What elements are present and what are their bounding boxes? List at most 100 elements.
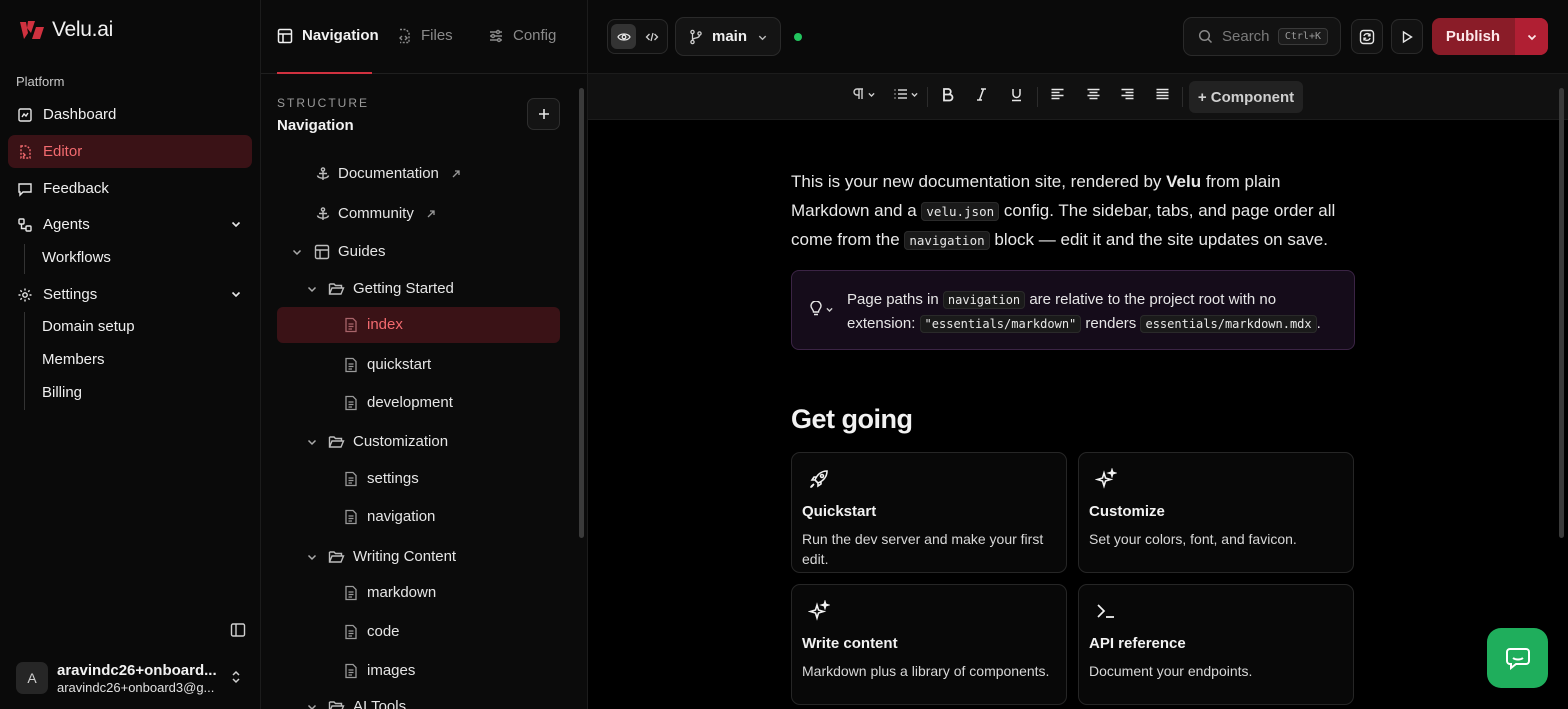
tree-item-images[interactable]: images — [277, 653, 560, 689]
layout-icon — [314, 244, 330, 260]
collapse-sidebar-button[interactable] — [230, 622, 246, 638]
code-mode-button[interactable] — [639, 24, 664, 49]
tree-item-writing-content[interactable]: Writing Content — [277, 539, 560, 575]
toolbar-divider — [1037, 87, 1038, 107]
tree-guide-line — [24, 312, 25, 410]
align-justify-button[interactable] — [1155, 87, 1170, 101]
tree-guide-line — [24, 244, 25, 274]
sync-button[interactable] — [1351, 19, 1383, 54]
external-link-icon — [427, 210, 435, 218]
sidebar-subitem-members[interactable]: Members — [42, 351, 105, 368]
card-description: Run the dev server and make your first e… — [802, 531, 1044, 567]
tree-item-ai-tools[interactable]: AI Tools — [277, 689, 560, 709]
card-api-reference[interactable]: API reference Document your endpoints. — [1078, 584, 1354, 705]
file-icon — [345, 317, 357, 333]
callout-type-dropdown[interactable] — [809, 301, 834, 317]
panel-tabs: Navigation Files Config — [261, 0, 587, 74]
search-input[interactable]: Search Ctrl+K — [1183, 17, 1341, 56]
publish-options-button[interactable] — [1515, 18, 1548, 55]
user-menu[interactable]: A aravindc26+onboard... aravindc26+onboa… — [16, 660, 252, 696]
tree-item-development[interactable]: development — [277, 385, 560, 421]
preview-mode-button[interactable] — [611, 24, 636, 49]
tree-item-label: index — [367, 316, 403, 333]
tree-item-label: Writing Content — [353, 548, 457, 565]
publish-button[interactable]: Publish — [1432, 18, 1514, 55]
sidebar-subitem-billing[interactable]: Billing — [42, 384, 82, 401]
tree-item-settings[interactable]: settings — [277, 461, 560, 497]
tab-navigation[interactable]: Navigation — [277, 27, 379, 44]
chevron-down-icon[interactable] — [230, 288, 242, 300]
card-write-content[interactable]: Write content Markdown plus a library of… — [791, 584, 1067, 705]
tree-item-quickstart[interactable]: quickstart — [277, 347, 560, 383]
sidebar-item-settings[interactable]: Settings — [8, 278, 252, 311]
chat-support-button[interactable] — [1487, 628, 1548, 688]
italic-button[interactable] — [974, 87, 989, 102]
card-title: Write content — [802, 635, 898, 652]
sidebar-subitem-workflows[interactable]: Workflows — [42, 249, 111, 266]
tree-item-code[interactable]: code — [277, 614, 560, 650]
underline-button[interactable] — [1009, 87, 1024, 102]
file-icon — [345, 509, 357, 525]
toolbar-divider — [927, 87, 928, 107]
tab-label: Navigation — [302, 27, 379, 44]
sparkles-icon — [1095, 468, 1117, 489]
sidebar-item-feedback[interactable]: Feedback — [8, 172, 252, 205]
card-title: API reference — [1089, 635, 1186, 652]
chevron-down-icon[interactable] — [291, 246, 303, 258]
git-branch-icon — [690, 29, 702, 44]
tree-item-index[interactable]: index — [277, 307, 560, 343]
inline-code: velu.json — [921, 201, 1000, 221]
list-style-dropdown[interactable] — [893, 87, 919, 101]
search-icon — [1198, 29, 1213, 44]
align-right-button[interactable] — [1120, 87, 1135, 101]
preview-run-button[interactable] — [1391, 19, 1423, 54]
tree-item-label: Community — [338, 205, 414, 222]
add-component-button[interactable]: + Component — [1189, 81, 1303, 113]
panel-scrollbar[interactable] — [579, 88, 584, 538]
sidebar-item-dashboard[interactable]: Dashboard — [8, 98, 252, 131]
align-left-button[interactable] — [1050, 87, 1065, 101]
sidebar-subitem-domain-setup[interactable]: Domain setup — [42, 318, 135, 335]
tree-item-documentation[interactable]: Documentation — [277, 156, 560, 192]
sidebar-item-label: Settings — [43, 286, 98, 303]
tree-item-guides[interactable]: Guides — [277, 234, 560, 270]
chevron-down-icon[interactable] — [306, 701, 318, 709]
align-center-button[interactable] — [1086, 87, 1101, 101]
branch-selector[interactable]: main — [675, 17, 781, 56]
chevron-down-icon[interactable] — [306, 551, 318, 563]
toolbar-divider — [1182, 87, 1183, 107]
chevron-down-icon — [758, 35, 767, 41]
chevron-down-icon[interactable] — [230, 218, 242, 230]
sidebar-item-editor[interactable]: Editor — [8, 135, 252, 168]
search-shortcut: Ctrl+K — [1277, 28, 1328, 45]
velu-logo-icon — [20, 21, 44, 39]
tab-config[interactable]: Config — [488, 27, 556, 44]
logo[interactable]: Velu.ai — [18, 18, 113, 42]
tree-item-community[interactable]: Community — [277, 196, 560, 232]
tree-item-markdown[interactable]: markdown — [277, 575, 560, 611]
paragraph-style-dropdown[interactable] — [851, 87, 876, 101]
sidebar-item-agents[interactable]: Agents — [8, 208, 252, 241]
editor-icon — [20, 144, 31, 159]
italic-icon — [977, 88, 986, 101]
card-quickstart[interactable]: Quickstart Run the dev server and make y… — [791, 452, 1067, 573]
play-icon — [1402, 30, 1413, 43]
file-icon — [345, 624, 357, 640]
tree-item-navigation[interactable]: navigation — [277, 499, 560, 535]
chevron-down-icon[interactable] — [306, 436, 318, 448]
tree-item-label: Getting Started — [353, 280, 454, 297]
editor-content[interactable]: This is your new documentation site, ren… — [791, 168, 1356, 705]
main-sidebar: Velu.ai Platform Dashboard Editor Feedba… — [0, 0, 261, 709]
editor-scrollbar[interactable] — [1559, 88, 1564, 538]
bold-button[interactable] — [940, 87, 955, 102]
card-customize[interactable]: Customize Set your colors, font, and fav… — [1078, 452, 1354, 573]
tree-item-customization[interactable]: Customization — [277, 424, 560, 460]
chevron-down-icon[interactable] — [306, 283, 318, 295]
brand-name: Velu — [1166, 172, 1202, 191]
underline-icon — [1012, 89, 1021, 102]
tab-files[interactable]: Files — [396, 27, 453, 44]
file-code-icon — [399, 28, 410, 43]
add-item-button[interactable] — [527, 98, 560, 130]
tree-item-getting-started[interactable]: Getting Started — [277, 271, 560, 307]
file-icon — [345, 585, 357, 601]
